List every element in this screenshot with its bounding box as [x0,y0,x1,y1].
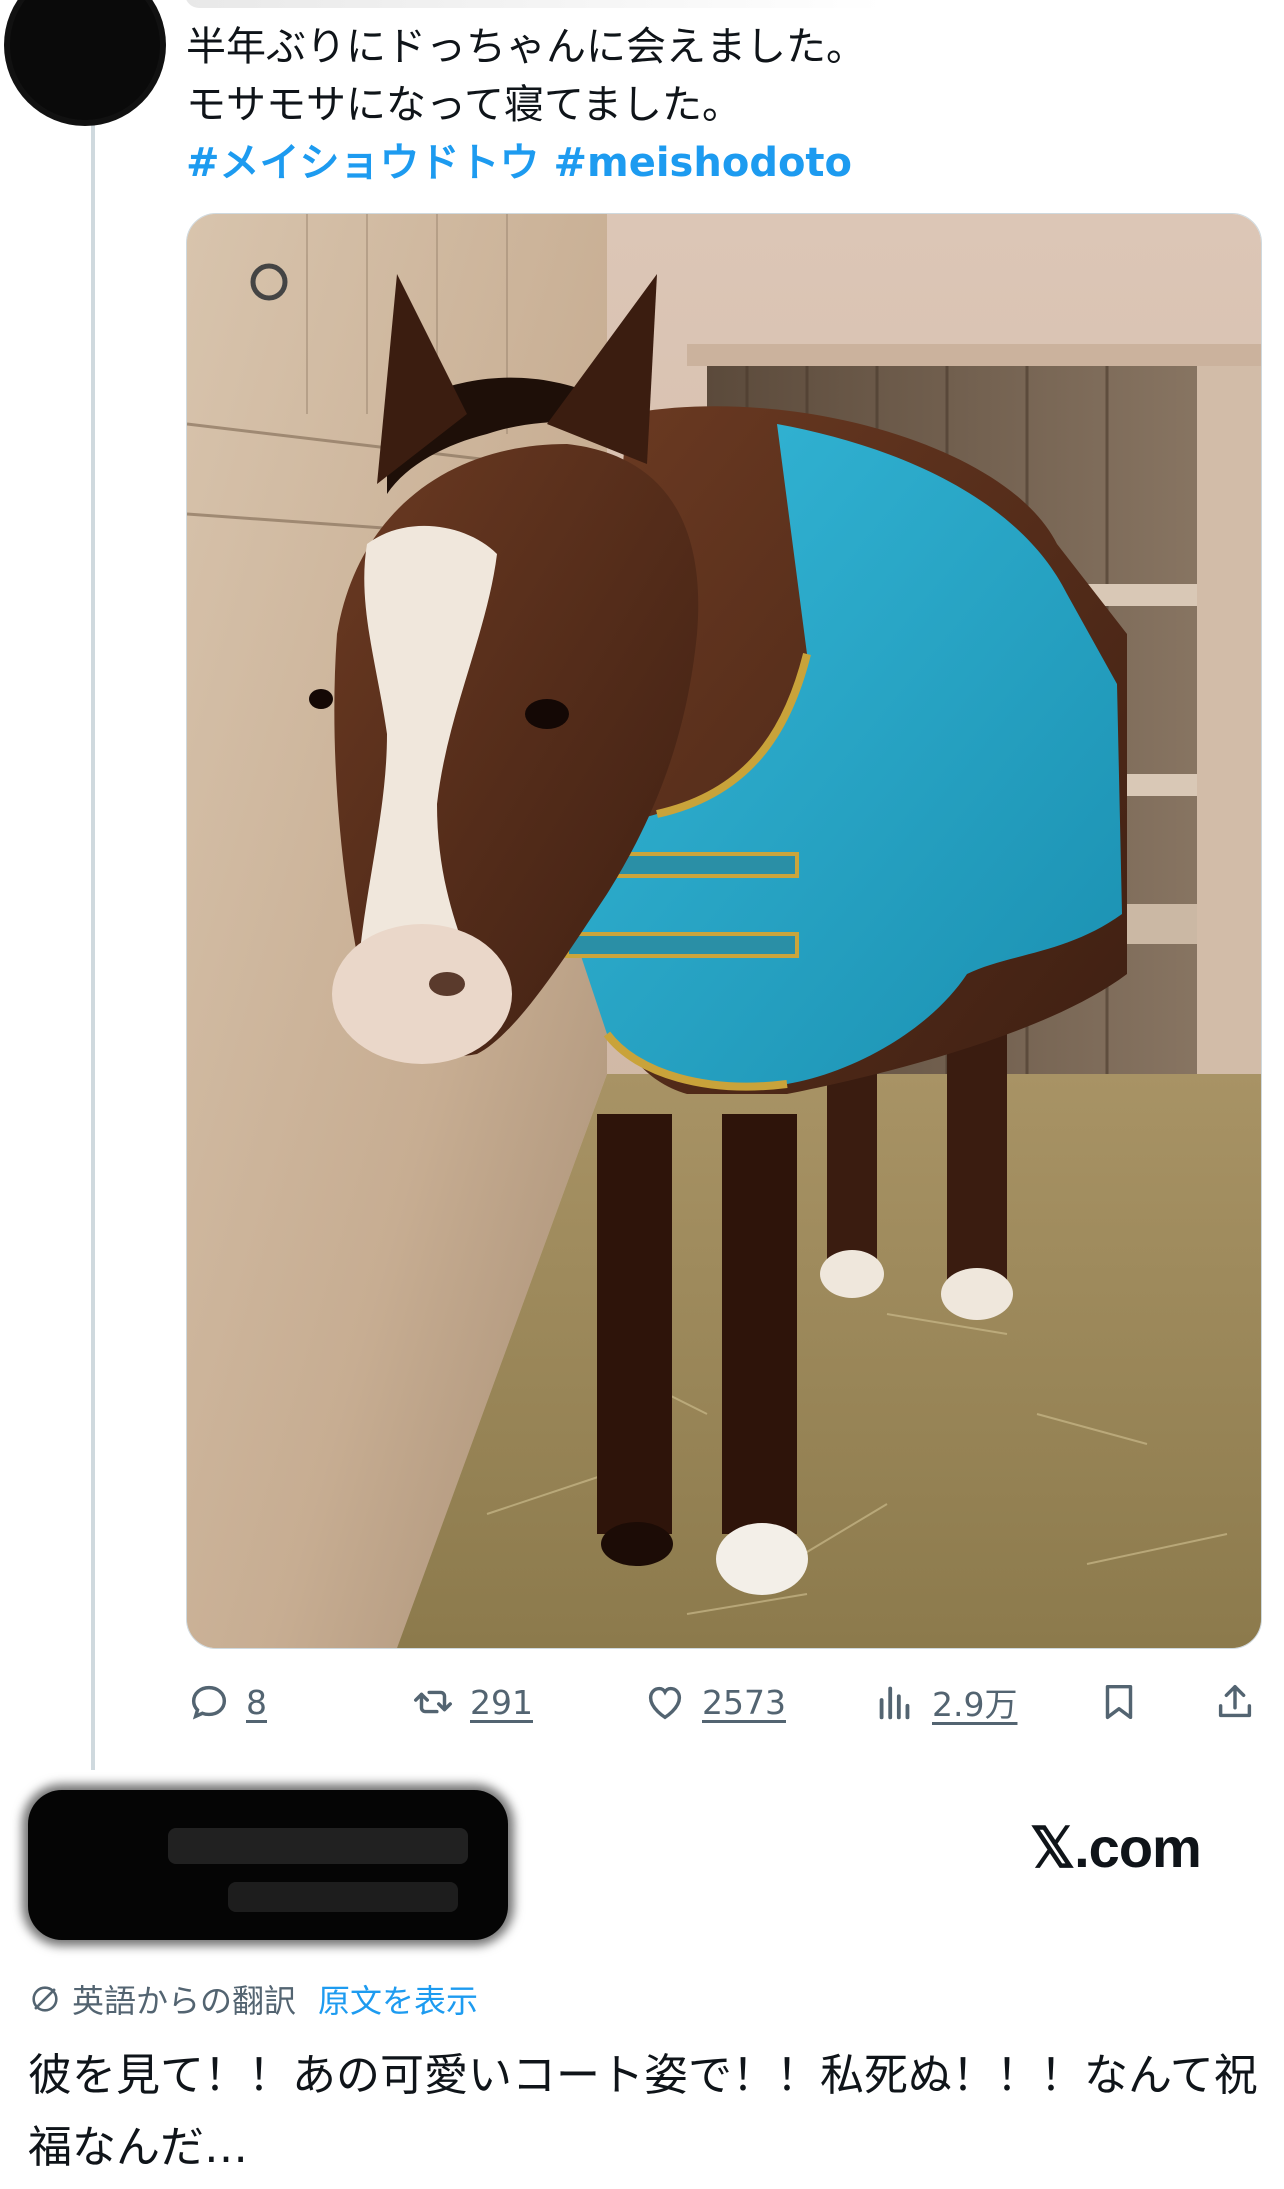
retweet-count: 291 [470,1682,533,1722]
reply-count: 8 [246,1682,267,1722]
like-icon [648,1686,682,1720]
thread-line [91,60,95,1770]
tweet-text: 半年ぶりにドっちゃんに会えました。 モサモサになって寝てました。 #メイショウド… [186,18,1236,192]
reply-icon [191,1685,227,1720]
tweet-photo[interactable] [186,213,1262,1649]
bookmark-button[interactable] [1096,1672,1142,1732]
tweet-actions: 8 291 2573 2.9万 [186,1672,1266,1732]
like-count: 2573 [702,1682,786,1722]
reply-user-redacted[interactable] [28,1790,508,1940]
translation-row: 英語からの翻訳 原文を表示 [28,1975,478,2023]
reply-text: 彼を見て！！あの可愛いコート姿で！！私死ぬ！！！なんて祝福なんだ… [28,2050,1258,2173]
hashtag-link[interactable]: #meishodoto [554,140,853,186]
redacted-handle [228,1882,458,1912]
share-button[interactable] [1212,1672,1258,1732]
clipped-user-header [185,0,885,8]
avatar[interactable] [10,0,160,120]
tweet-text-line-1: 半年ぶりにドっちゃんに会えました。 [186,24,866,70]
site-brand: 𝕏.com [1030,1816,1202,1879]
share-icon [1218,1684,1252,1718]
views-count: 2.9万 [932,1685,1018,1724]
translate-icon [32,1986,58,2012]
translated-from-label: 英語からの翻訳 [72,1982,297,2020]
views-icon [879,1686,910,1720]
retweet-button[interactable]: 291 [410,1672,533,1732]
bookmark-icon [1105,1684,1133,1720]
show-original-link[interactable]: 原文を表示 [318,1976,478,2022]
tweet-text-line-2: モサモサになって寝てました。 [186,82,742,128]
reply-button[interactable]: 8 [186,1672,267,1732]
views-button[interactable]: 2.9万 [872,1672,1017,1732]
redacted-name [168,1828,468,1864]
retweet-icon [414,1690,452,1714]
hashtags: #メイショウドトウ #meishodoto [186,134,1236,192]
hashtag-link[interactable]: #メイショウドトウ [186,140,540,186]
like-button[interactable]: 2573 [642,1672,786,1732]
horse-photo-illustration [187,214,1261,1648]
